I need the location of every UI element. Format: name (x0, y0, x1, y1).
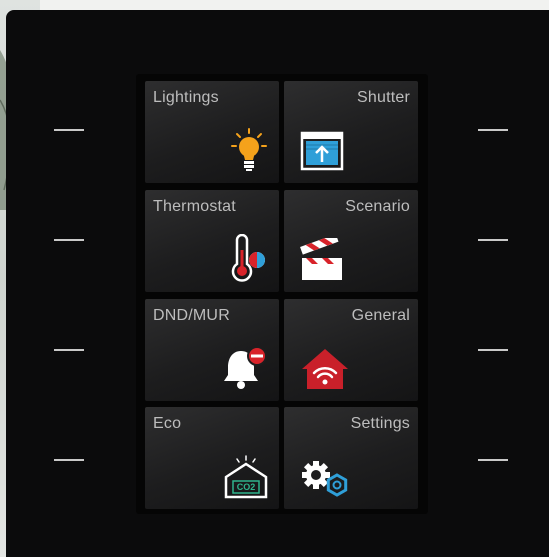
tile-label: Scenario (345, 198, 410, 215)
tile-lightings[interactable]: Lightings (145, 81, 279, 183)
tile-label: Settings (350, 415, 410, 432)
side-button-right-4[interactable] (478, 459, 508, 461)
co2-house-icon: CO2 (223, 455, 269, 499)
side-button-left-4[interactable] (54, 459, 84, 461)
shutter-icon (300, 131, 344, 171)
tile-general[interactable]: General (284, 299, 418, 401)
tile-label: Shutter (357, 89, 410, 106)
gears-icon (302, 461, 348, 497)
side-button-left-1[interactable] (54, 129, 84, 131)
tile-thermostat[interactable]: Thermostat (145, 190, 279, 292)
side-button-left-3[interactable] (54, 349, 84, 351)
side-button-right-2[interactable] (478, 239, 508, 241)
tile-label: General (351, 307, 410, 324)
tile-dnd-mur[interactable]: DND/MUR (145, 299, 279, 401)
touch-screen: Lightings Shutter Thermostat Scenario DN… (136, 74, 428, 514)
home-wifi-icon (302, 349, 348, 389)
thermometer-icon (231, 234, 265, 282)
side-button-left-2[interactable] (54, 239, 84, 241)
side-button-right-1[interactable] (478, 129, 508, 131)
side-button-right-3[interactable] (478, 349, 508, 351)
light-bulb-icon (231, 128, 267, 171)
clapperboard-icon (300, 238, 342, 280)
tile-shutter[interactable]: Shutter (284, 81, 418, 183)
tile-eco[interactable]: Eco CO2 (145, 407, 279, 509)
bell-dnd-icon (224, 346, 267, 389)
tile-label: Eco (153, 415, 182, 432)
tile-scenario[interactable]: Scenario (284, 190, 418, 292)
tile-label: Lightings (153, 89, 219, 106)
tile-settings[interactable]: Settings (284, 407, 418, 509)
co2-label: CO2 (236, 482, 256, 492)
tile-label: DND/MUR (153, 307, 230, 324)
tile-label: Thermostat (153, 198, 236, 215)
